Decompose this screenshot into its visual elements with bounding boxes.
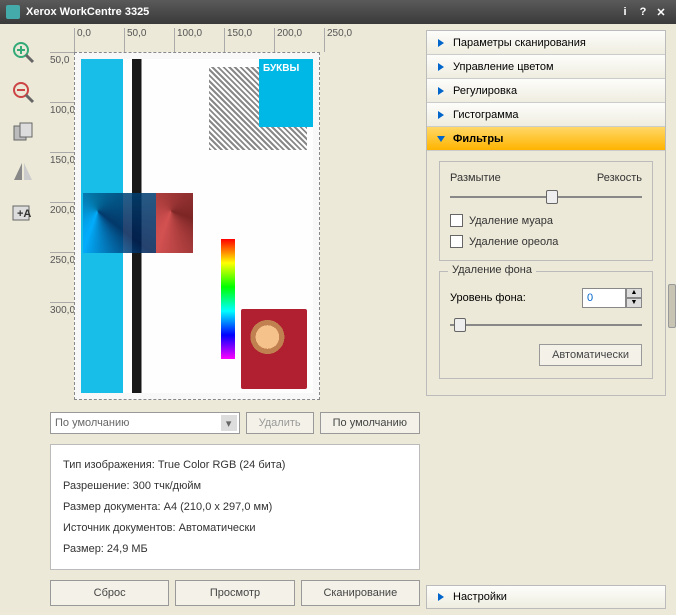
auto-bg-button[interactable]: Автоматически xyxy=(539,344,642,366)
expand-icon xyxy=(435,37,447,49)
bg-remove-group: Удаление фона Уровень фона: ▲▼ Автоматич… xyxy=(439,271,653,379)
scan-preview[interactable]: БУКВЫ xyxy=(74,52,320,400)
window-title: Xerox WorkCentre 3325 xyxy=(26,6,616,18)
action-buttons: Сброс Просмотр Сканирование xyxy=(50,580,420,606)
spin-down-icon[interactable]: ▼ xyxy=(626,298,642,308)
preview-color-fans xyxy=(83,193,229,313)
spin-up-icon[interactable]: ▲ xyxy=(626,288,642,298)
sharpen-label: Резкость xyxy=(597,172,642,184)
settings-panel: Параметры сканирования Управление цветом… xyxy=(424,24,676,615)
rotate-icon[interactable] xyxy=(9,118,37,146)
preset-row: По умолчанию ▾ Удалить По умолчанию xyxy=(50,412,420,434)
bg-level-spinner[interactable]: ▲▼ xyxy=(582,288,642,308)
collapse-icon xyxy=(435,133,447,145)
zoom-out-icon[interactable] xyxy=(9,78,37,106)
expand-icon xyxy=(435,85,447,97)
info-image-type: Тип изображения: True Color RGB (24 бита… xyxy=(63,455,407,476)
section-histogram[interactable]: Гистограмма xyxy=(427,103,665,127)
preview-button[interactable]: Просмотр xyxy=(175,580,294,606)
preview-text-box: БУКВЫ xyxy=(259,59,313,127)
reset-button[interactable]: Сброс xyxy=(50,580,169,606)
bg-remove-legend: Удаление фона xyxy=(448,264,536,276)
ruler-horizontal: 0,050,0100,0150,0200,0250,0 xyxy=(74,28,420,52)
close-icon[interactable]: ✕ xyxy=(652,6,670,19)
preset-combo-value: По умолчанию xyxy=(55,417,129,429)
filters-body: Размытие Резкость Удаление муара Удалени… xyxy=(427,151,665,395)
info-box: Тип изображения: True Color RGB (24 бита… xyxy=(50,444,420,570)
bg-level-label: Уровень фона: xyxy=(450,292,574,304)
preview-photo xyxy=(241,309,307,389)
dehalo-checkbox[interactable]: Удаление ореола xyxy=(450,235,642,248)
delete-preset-button[interactable]: Удалить xyxy=(246,412,314,434)
titlebar: Xerox WorkCentre 3325 i ? ✕ xyxy=(0,0,676,24)
expand-icon xyxy=(435,109,447,121)
checkbox-icon xyxy=(450,235,463,248)
info-source: Источник документов: Автоматически xyxy=(63,518,407,539)
chevron-down-icon[interactable]: ▾ xyxy=(221,415,237,431)
help-icon[interactable]: ? xyxy=(634,6,652,18)
info-file-size: Размер: 24,9 МБ xyxy=(63,539,407,560)
svg-text:+A: +A xyxy=(17,208,31,220)
info-resolution: Разрешение: 300 тчк/дюйм xyxy=(63,476,407,497)
descreen-checkbox[interactable]: Удаление муара xyxy=(450,214,642,227)
settings-bar: Настройки xyxy=(426,585,666,609)
preview-panel: 0,050,0100,0150,0200,0250,0 50,0100,0150… xyxy=(46,24,424,615)
bg-level-slider[interactable] xyxy=(450,316,642,334)
section-settings[interactable]: Настройки xyxy=(426,585,666,609)
expand-icon xyxy=(435,591,447,603)
checkbox-icon xyxy=(450,214,463,227)
preview-palette xyxy=(221,239,235,359)
left-toolbar: +A xyxy=(0,24,46,615)
accordion: Параметры сканирования Управление цветом… xyxy=(426,30,666,396)
blur-sharpen-slider[interactable] xyxy=(450,188,642,206)
section-filters[interactable]: Фильтры xyxy=(427,127,665,151)
ruler-vertical: 50,0100,0150,0200,0250,0300,0 xyxy=(50,52,74,400)
auto-crop-icon[interactable]: +A xyxy=(9,198,37,226)
bg-level-input[interactable] xyxy=(582,288,626,308)
default-preset-button[interactable]: По умолчанию xyxy=(320,412,420,434)
section-scan-params[interactable]: Параметры сканирования xyxy=(427,31,665,55)
zoom-in-icon[interactable] xyxy=(9,38,37,66)
mirror-icon[interactable] xyxy=(9,158,37,186)
info-icon[interactable]: i xyxy=(616,6,634,18)
section-color-mgmt[interactable]: Управление цветом xyxy=(427,55,665,79)
scroll-grip[interactable] xyxy=(668,284,676,328)
preset-combo[interactable]: По умолчанию ▾ xyxy=(50,412,240,434)
info-doc-size: Размер документа: A4 (210,0 x 297,0 мм) xyxy=(63,497,407,518)
expand-icon xyxy=(435,61,447,73)
scan-button[interactable]: Сканирование xyxy=(301,580,420,606)
section-adjust[interactable]: Регулировка xyxy=(427,79,665,103)
blur-sharpen-group: Размытие Резкость Удаление муара Удалени… xyxy=(439,161,653,261)
blur-label: Размытие xyxy=(450,172,501,184)
app-icon xyxy=(6,5,20,19)
